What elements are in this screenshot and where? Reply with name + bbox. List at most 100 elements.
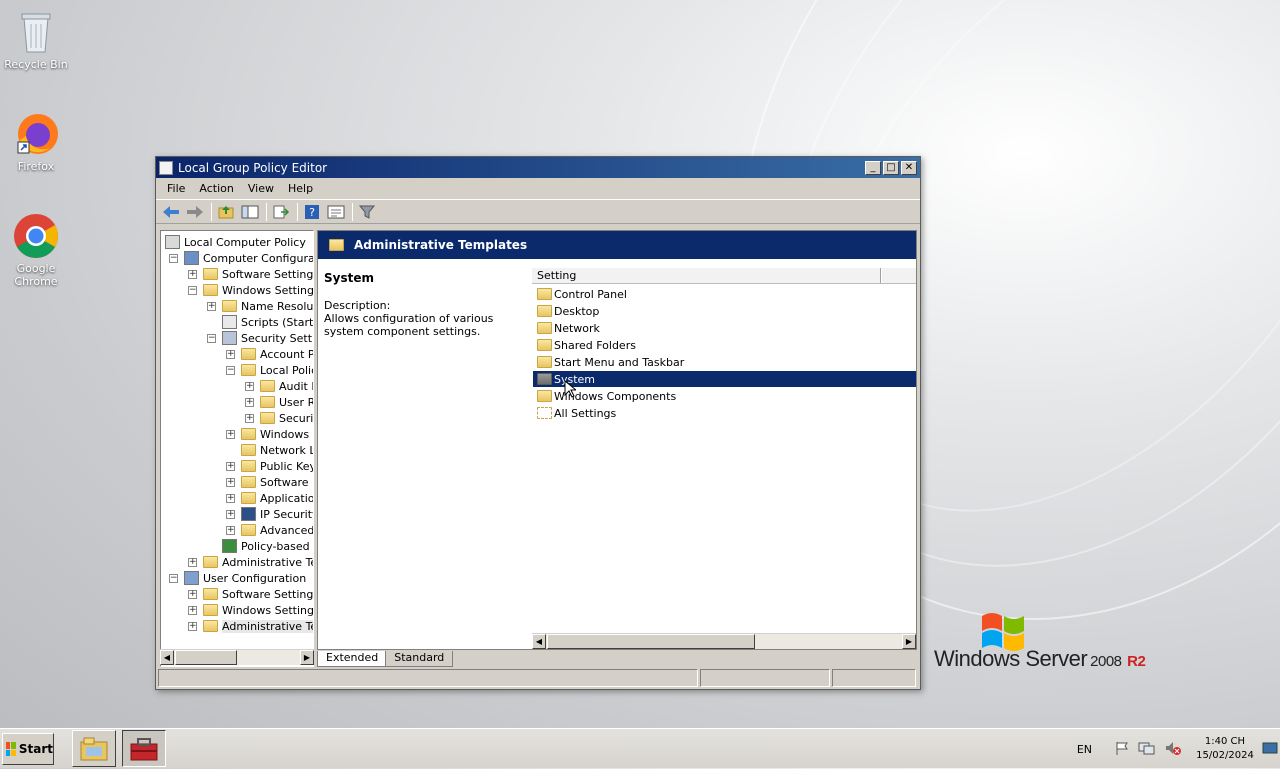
tree-item[interactable]: Policy-based Q [207,538,313,554]
tree-item[interactable]: + User Ri [245,394,313,410]
windows-server-logo: Windows Server 2008 R2 [934,608,1174,678]
tree-item[interactable]: Scripts (Startup [207,314,313,330]
minimize-button[interactable]: _ [865,160,881,175]
expand-button[interactable]: + [226,477,235,487]
tree-item[interactable]: + Software Settings [188,266,313,282]
tree-item[interactable]: + Software Settings [188,586,313,602]
scroll-right-button[interactable]: ▶ [902,634,916,649]
forward-icon[interactable] [184,202,206,222]
list-item[interactable]: Desktop [533,303,916,319]
network-icon[interactable] [1138,740,1156,759]
show-hide-tree-icon[interactable] [239,202,261,222]
collapse-button[interactable]: − [188,285,197,295]
tab-standard[interactable]: Standard [385,651,454,667]
expand-button[interactable]: + [188,605,197,615]
tree-item[interactable]: + Application [226,490,313,506]
collapse-button[interactable]: − [169,253,178,263]
tree-item[interactable]: Local Computer Policy [165,234,306,250]
back-icon[interactable] [160,202,182,222]
list-item[interactable]: Control Panel [533,286,916,302]
expand-button[interactable]: + [188,269,197,279]
language-indicator[interactable]: EN [1077,743,1092,756]
tree-item[interactable]: + Securit [245,410,313,426]
tree-item[interactable]: − Security Settin [207,330,313,346]
up-folder-icon[interactable] [215,202,237,222]
menu-view[interactable]: View [241,180,281,197]
clock[interactable]: 1:40 CH 15/02/2024 [1192,735,1258,763]
collapse-button[interactable]: − [207,333,216,343]
volume-muted-icon[interactable] [1164,740,1182,759]
tree-item[interactable]: + Windows Settings [188,602,313,618]
column-header-setting[interactable]: Setting [532,268,916,284]
expand-button[interactable]: + [207,301,216,311]
list-item[interactable]: All Settings [533,405,916,421]
list-item[interactable]: Network [533,320,916,336]
expand-button[interactable]: + [226,461,235,471]
help-icon[interactable]: ? [301,202,323,222]
menu-help[interactable]: Help [281,180,320,197]
maximize-button[interactable]: □ [883,160,899,175]
properties-icon[interactable] [325,202,347,222]
group-policy-editor-window[interactable]: Local Group Policy Editor _ □ ✕ File Act… [155,156,921,690]
expand-button[interactable]: + [245,381,254,391]
expand-button[interactable]: + [188,621,197,631]
scroll-thumb[interactable] [547,634,755,649]
scroll-left-button[interactable]: ◀ [532,634,546,649]
expand-button[interactable]: + [188,557,197,567]
tree-item[interactable]: − Local Policie [226,362,313,378]
scroll-left-button[interactable]: ◀ [160,650,174,665]
tree-item[interactable]: + IP Security [226,506,313,522]
expand-button[interactable]: + [188,589,197,599]
tree-item-label: User Configuration [203,571,307,585]
expand-button[interactable]: + [226,493,235,503]
menu-file[interactable]: File [160,180,192,197]
collapse-button[interactable]: − [169,573,178,583]
filter-icon[interactable] [356,202,378,222]
desktop-icon-recycle-bin[interactable]: Recycle Bin [0,8,72,71]
tree-item[interactable]: + Account Pc [226,346,313,362]
list-item[interactable]: Shared Folders [533,337,916,353]
tree-item[interactable]: + Windows F [226,426,313,442]
window-titlebar[interactable]: Local Group Policy Editor _ □ ✕ [156,157,920,178]
start-button[interactable]: Start [2,733,54,765]
taskbar-explorer-button[interactable] [72,730,116,767]
view-tabs: Extended Standard [317,651,454,667]
show-desktop-icon[interactable] [1262,740,1278,759]
scroll-right-button[interactable]: ▶ [300,650,314,665]
tree-item[interactable]: + Advanced [226,522,313,538]
tree-item[interactable]: Network Lis [226,442,313,458]
tree-item[interactable]: + Administrative Tem [188,554,313,570]
menu-action[interactable]: Action [192,180,240,197]
close-button[interactable]: ✕ [901,160,917,175]
tree-item[interactable]: + Administrative Tem [188,618,313,634]
tree-item-label: User Ri [279,395,313,409]
collapse-button[interactable]: − [226,365,235,375]
tree-item[interactable]: + Software R [226,474,313,490]
export-list-icon[interactable] [270,202,292,222]
action-center-flag-icon[interactable] [1114,740,1130,759]
tree-horizontal-scrollbar[interactable]: ◀ ▶ [160,649,314,665]
list-item[interactable]: Start Menu and Taskbar [533,354,916,370]
tree-item[interactable]: + Name Resolutic [207,298,313,314]
tree-item[interactable]: − User Configuration [169,570,306,586]
expand-button[interactable]: + [245,413,254,423]
desktop-icon-firefox[interactable]: Firefox [0,110,72,173]
tree-item[interactable]: − Computer Configuratio [169,250,313,266]
expand-button[interactable]: + [226,429,235,439]
desktop-icon-chrome[interactable]: Google Chrome [0,212,72,288]
expand-button[interactable]: + [245,397,254,407]
expand-button[interactable]: + [226,509,235,519]
list-item[interactable]: System [533,371,916,387]
tree-item[interactable]: + Audit P [245,378,313,394]
expand-button[interactable]: + [226,349,235,359]
tree-item[interactable]: − Windows Settings [188,282,313,298]
expand-button[interactable]: + [226,525,235,535]
list-horizontal-scrollbar[interactable]: ◀ ▶ [532,633,916,649]
list-item[interactable]: Windows Components [533,388,916,404]
tab-extended[interactable]: Extended [317,651,388,667]
column-divider[interactable] [880,268,882,283]
tree-item[interactable]: + Public Key I [226,458,313,474]
taskbar-server-manager-button[interactable] [122,730,166,767]
scroll-thumb[interactable] [175,650,237,665]
console-tree[interactable]: Local Computer Policy − Computer Configura… [160,230,314,667]
